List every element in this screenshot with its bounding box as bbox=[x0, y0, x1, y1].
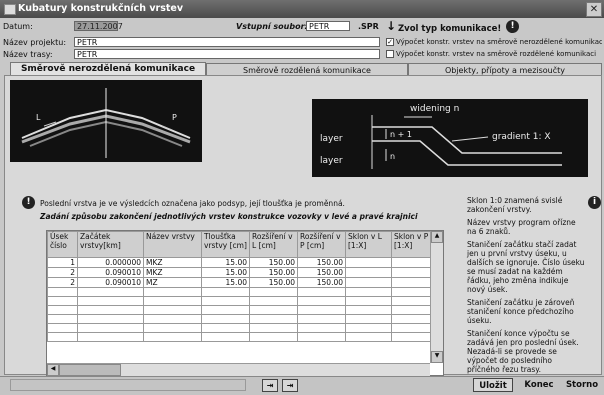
cell[interactable]: 150.00 bbox=[297, 277, 346, 288]
instruction-text: Zadání způsobu zakončení jednotlivých vr… bbox=[40, 212, 418, 221]
datum-label: Datum: bbox=[3, 22, 33, 31]
cell[interactable]: 0.090010 bbox=[77, 267, 144, 278]
projekt-field[interactable]: PETR bbox=[74, 37, 380, 47]
tab-nerozdelena[interactable]: Směrově nerozdělená komunikace bbox=[10, 62, 206, 75]
scroll-down-icon[interactable]: ▼ bbox=[431, 351, 443, 363]
right-letter: P bbox=[172, 113, 177, 122]
n-label: n bbox=[390, 152, 395, 161]
cell[interactable]: 0.000000 bbox=[77, 257, 144, 268]
cell[interactable]: 150.00 bbox=[297, 257, 346, 268]
table-row[interactable] bbox=[47, 314, 436, 324]
cell[interactable] bbox=[391, 267, 436, 278]
side-note: Staničení konce výpočtu se zadává jen pr… bbox=[467, 329, 579, 374]
window-title: Kubatury konstrukčních vrstev bbox=[18, 3, 184, 14]
info-icon: i bbox=[588, 196, 601, 209]
table-row[interactable] bbox=[47, 332, 436, 342]
table-row[interactable]: 1 0.000000 MKZ 15.00 150.00 150.00 bbox=[47, 257, 436, 268]
scroll-thumb[interactable] bbox=[59, 364, 121, 376]
option2-checkbox[interactable] bbox=[386, 50, 394, 58]
vstupni-field[interactable]: PETR bbox=[306, 21, 350, 31]
side-notes: Sklon 1:0 znamená svislé zakončení vrstv… bbox=[467, 196, 587, 374]
cell[interactable]: 15.00 bbox=[201, 267, 250, 278]
cell[interactable]: MKZ bbox=[143, 267, 202, 278]
layer-label-2: layer bbox=[320, 156, 343, 166]
status-panel bbox=[10, 379, 246, 391]
vertical-scrollbar[interactable]: ▲ ▼ bbox=[430, 231, 443, 363]
table-row[interactable] bbox=[47, 287, 436, 297]
horizontal-scrollbar[interactable]: ◀ bbox=[47, 363, 430, 376]
side-note: Staničení začátku stačí zadat jen u prvn… bbox=[467, 240, 585, 294]
layer-label-1: layer bbox=[320, 134, 343, 144]
cell[interactable] bbox=[391, 277, 436, 288]
insert-row-icon[interactable]: ⇥ bbox=[262, 379, 278, 392]
col-header: Název vrstvy bbox=[143, 231, 202, 258]
widening-label: widening n bbox=[410, 104, 459, 114]
col-header: Začátek vrstvy[km] bbox=[77, 231, 144, 258]
cell[interactable]: MZ bbox=[143, 277, 202, 288]
app-icon bbox=[4, 4, 16, 15]
layers-table-container: Úsek číslo Začátek vrstvy[km] Název vrst… bbox=[46, 230, 444, 376]
table-row[interactable] bbox=[47, 296, 436, 306]
col-header: Sklon v P [1:X] bbox=[391, 231, 436, 258]
cell[interactable]: 150.00 bbox=[249, 277, 298, 288]
option1-checkbox[interactable]: ✓ bbox=[386, 38, 394, 46]
storno-button[interactable]: Storno bbox=[563, 378, 601, 392]
vstupni-label: Vstupní soubor: bbox=[236, 22, 308, 31]
col-header: Rozšíření v P [cm] bbox=[297, 231, 346, 258]
gradient-label: gradient 1: X bbox=[492, 132, 551, 142]
cell[interactable] bbox=[345, 257, 392, 268]
cell[interactable]: 1 bbox=[47, 257, 78, 268]
cell[interactable]: 15.00 bbox=[201, 257, 250, 268]
cell[interactable] bbox=[391, 257, 436, 268]
zvol-label: Zvol typ komunikace! bbox=[398, 24, 502, 34]
side-note: Sklon 1:0 znamená svislé zakončení vrstv… bbox=[467, 196, 563, 214]
option2-label: Výpočet konstr. vrstev na směrově rozděl… bbox=[396, 50, 597, 58]
side-note: Staničení začátku je zároveň staničení k… bbox=[467, 298, 575, 325]
datum-field[interactable]: 27.11.2007 bbox=[74, 21, 123, 31]
table-row[interactable]: 2 0.090010 MKZ 15.00 150.00 150.00 bbox=[47, 267, 436, 278]
col-header: Tloušťka vrstvy [cm] bbox=[201, 231, 250, 258]
table-header-row: Úsek číslo Začátek vrstvy[km] Název vrst… bbox=[47, 231, 436, 258]
cell[interactable]: 150.00 bbox=[249, 267, 298, 278]
col-header: Sklon v L [1:X] bbox=[345, 231, 392, 258]
scroll-left-icon[interactable]: ◀ bbox=[47, 364, 59, 376]
konec-button[interactable]: Konec bbox=[520, 378, 558, 392]
table-row[interactable]: 2 0.090010 MZ 15.00 150.00 150.00 bbox=[47, 277, 436, 288]
vstupni-ext: .SPR bbox=[358, 22, 379, 31]
projekt-label: Název projektu: bbox=[3, 38, 67, 47]
table-row[interactable] bbox=[47, 305, 436, 315]
cell[interactable]: MKZ bbox=[143, 257, 202, 268]
trasa-field[interactable]: PETR bbox=[74, 49, 380, 59]
scroll-up-icon[interactable]: ▲ bbox=[431, 231, 443, 243]
title-bar: Kubatury konstrukčních vrstev ✕ bbox=[0, 0, 604, 18]
side-note: Název vrstvy program ořízne na 6 znaků. bbox=[467, 218, 576, 236]
option1-label: Výpočet konstr. vrstev na směrově nerozd… bbox=[396, 38, 602, 46]
cell[interactable]: 2 bbox=[47, 267, 78, 278]
col-header: Úsek číslo bbox=[47, 231, 78, 258]
cell[interactable]: 0.090010 bbox=[77, 277, 144, 288]
cell[interactable]: 15.00 bbox=[201, 277, 250, 288]
cell[interactable] bbox=[345, 277, 392, 288]
notice-text: Poslední vrstva je ve výsledcích označen… bbox=[40, 199, 345, 208]
arrow-down-icon: ↓ bbox=[386, 19, 397, 33]
trasa-label: Název trasy: bbox=[3, 50, 53, 59]
layer-diagram-image: layer layer widening n n + 1 n gradient … bbox=[312, 99, 588, 177]
info-icon: ! bbox=[506, 20, 519, 33]
table-row[interactable] bbox=[47, 323, 436, 333]
road-cross-section-image: L P bbox=[10, 80, 202, 162]
save-button[interactable]: Uložit bbox=[473, 378, 513, 392]
col-header: Rozšíření v L [cm] bbox=[249, 231, 298, 258]
n-plus-label: n + 1 bbox=[390, 130, 412, 139]
cell[interactable]: 150.00 bbox=[249, 257, 298, 268]
delete-row-icon[interactable]: ⇥ bbox=[282, 379, 298, 392]
warning-icon: ! bbox=[22, 196, 35, 209]
left-letter: L bbox=[36, 113, 41, 122]
layers-table: Úsek číslo Začátek vrstvy[km] Název vrst… bbox=[47, 231, 436, 342]
close-button[interactable]: ✕ bbox=[586, 2, 602, 17]
cell[interactable] bbox=[345, 267, 392, 278]
cell[interactable]: 2 bbox=[47, 277, 78, 288]
cell[interactable]: 150.00 bbox=[297, 267, 346, 278]
